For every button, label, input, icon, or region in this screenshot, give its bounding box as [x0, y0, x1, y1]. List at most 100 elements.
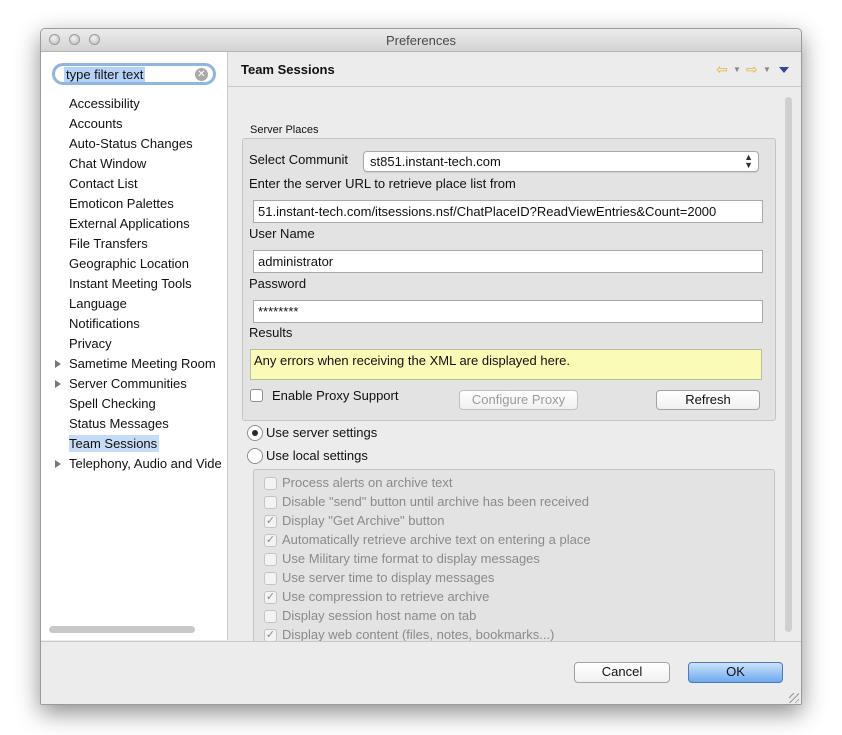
back-dropdown-icon[interactable]: ▼ [733, 65, 741, 74]
cancel-button[interactable]: Cancel [574, 662, 670, 683]
tree-item-label: Accounts [69, 116, 123, 131]
local-option-checkbox[interactable]: ✓ [264, 534, 277, 547]
forward-dropdown-icon[interactable]: ▼ [763, 65, 771, 74]
results-label: Results [249, 325, 293, 340]
tree-item-label: Server Communities [69, 376, 187, 391]
proxy-label: Enable Proxy Support [272, 388, 399, 403]
tree-item[interactable]: Team Sessions [69, 434, 221, 454]
expand-arrow-icon[interactable] [55, 460, 61, 468]
local-option-label: Display session host name on tab [282, 608, 477, 623]
local-option-checkbox[interactable] [264, 610, 277, 623]
use-server-settings-radio[interactable] [247, 425, 263, 441]
local-option-label: Automatically retrieve archive text on e… [282, 532, 591, 547]
page-title: Team Sessions [241, 62, 335, 77]
tree-item[interactable]: External Applications [69, 214, 221, 234]
use-server-settings-label: Use server settings [266, 425, 378, 440]
tree-item-label: Notifications [69, 316, 140, 331]
configure-proxy-button[interactable]: Configure Proxy [459, 390, 578, 410]
expand-arrow-icon[interactable] [55, 360, 61, 368]
expand-arrow-icon[interactable] [55, 380, 61, 388]
local-option-checkbox[interactable] [264, 496, 277, 509]
tree-item-label: Privacy [69, 336, 112, 351]
username-field[interactable]: administrator [253, 250, 763, 273]
tree-item-label: File Transfers [69, 236, 148, 251]
forward-arrow-icon[interactable]: ⇨ [746, 61, 758, 78]
tree-item-label: Instant Meeting Tools [69, 276, 192, 291]
clear-search-icon[interactable]: ✕ [195, 68, 208, 81]
tree-item-label: Geographic Location [69, 256, 189, 271]
local-option-label: Process alerts on archive text [282, 475, 453, 490]
ok-button[interactable]: OK [688, 662, 783, 683]
window-title: Preferences [385, 33, 457, 48]
preference-sidebar: type filter text ✕ Accessibility Accounts… [41, 52, 228, 640]
tree-item[interactable]: Chat Window [69, 154, 221, 174]
server-places-label: Server Places [250, 124, 319, 136]
tree-item[interactable]: Accounts [69, 114, 221, 134]
refresh-button[interactable]: Refresh [656, 390, 760, 410]
tree-item[interactable]: Server Communities [69, 374, 221, 394]
filter-input-text[interactable]: type filter text [64, 67, 146, 82]
server-url-label: Enter the server URL to retrieve place l… [249, 176, 516, 191]
password-field[interactable]: ******** [253, 300, 763, 323]
proxy-checkbox[interactable] [250, 389, 263, 402]
local-option-label: Display "Get Archive" button [282, 513, 445, 528]
local-option-label: Use compression to retrieve archive [282, 589, 490, 604]
dialog-button-bar: Cancel OK [41, 641, 801, 704]
community-select[interactable]: st851.instant-tech.com ▲ ▼ [363, 151, 759, 172]
tree-item-label: Language [69, 296, 127, 311]
tree-item-label: Team Sessions [69, 435, 160, 452]
view-menu-icon[interactable] [779, 67, 789, 73]
tree-item[interactable]: Instant Meeting Tools [69, 274, 221, 294]
back-arrow-icon[interactable]: ⇦ [716, 61, 728, 78]
tree-item[interactable]: Status Messages [69, 414, 221, 434]
server-url-field[interactable]: 51.instant-tech.com/itsessions.nsf/ChatP… [253, 200, 763, 223]
tree-item-label: Telephony, Audio and Video [69, 456, 221, 471]
tree-item[interactable]: Auto-Status Changes [69, 134, 221, 154]
tree-item-label: Contact List [69, 176, 138, 191]
username-label: User Name [249, 226, 315, 241]
use-local-settings-label: Use local settings [266, 448, 368, 463]
tree-item[interactable]: Privacy [69, 334, 221, 354]
local-option-checkbox[interactable] [264, 477, 277, 490]
tree-item-label: Status Messages [69, 416, 169, 431]
tree-item[interactable]: Contact List [69, 174, 221, 194]
local-option-label: Display web content (files, notes, bookm… [282, 627, 555, 642]
tree-item-label: Auto-Status Changes [69, 136, 193, 151]
tree-item-label: Accessibility [69, 96, 140, 111]
select-arrows-icon: ▲ ▼ [744, 152, 753, 170]
tree-item[interactable]: Emoticon Palettes [69, 194, 221, 214]
tree-item[interactable]: Sametime Meeting Room [69, 354, 221, 374]
local-option-label: Disable "send" button until archive has … [282, 494, 589, 509]
local-option-checkbox[interactable] [264, 572, 277, 585]
use-local-settings-radio[interactable] [247, 448, 263, 464]
filter-input[interactable]: type filter text ✕ [52, 63, 216, 85]
tree-item-label: Sametime Meeting Room [69, 356, 216, 371]
page-header: Team Sessions ⇦ ▼ ⇨ ▼ [228, 52, 801, 87]
tree-item-label: Chat Window [69, 156, 147, 171]
preference-page: Team Sessions ⇦ ▼ ⇨ ▼ Server Places Sele… [228, 52, 801, 658]
local-option-label: Use Military time format to display mess… [282, 551, 540, 566]
community-label: Select Communit [249, 152, 348, 167]
tree-item-label: Spell Checking [69, 396, 156, 411]
local-option-label: Use server time to display messages [282, 570, 495, 585]
tree-item[interactable]: Telephony, Audio and Video [69, 454, 221, 474]
tree-item-label: Emoticon Palettes [69, 196, 174, 211]
tree-item[interactable]: Language [69, 294, 221, 314]
password-label: Password [249, 276, 307, 291]
local-option-checkbox[interactable]: ✓ [264, 515, 277, 528]
local-option-checkbox[interactable] [264, 553, 277, 566]
sidebar-horizontal-scrollbar[interactable] [49, 626, 195, 633]
tree-item[interactable]: Notifications [69, 314, 221, 334]
tree-item[interactable]: File Transfers [69, 234, 221, 254]
results-box: Any errors when receiving the XML are di… [250, 349, 762, 380]
resize-grip-icon[interactable] [789, 693, 799, 703]
page-vertical-scrollbar[interactable] [785, 97, 792, 632]
preferences-window: Preferences type filter text ✕ Accessibi… [40, 28, 802, 705]
tree-item[interactable]: Accessibility [69, 94, 221, 114]
local-option-checkbox[interactable]: ✓ [264, 591, 277, 604]
tree-item-label: External Applications [69, 216, 190, 231]
tree-item[interactable]: Geographic Location [69, 254, 221, 274]
community-select-value: st851.instant-tech.com [370, 154, 501, 169]
title-bar: Preferences [41, 29, 801, 52]
tree-item[interactable]: Spell Checking [69, 394, 221, 414]
